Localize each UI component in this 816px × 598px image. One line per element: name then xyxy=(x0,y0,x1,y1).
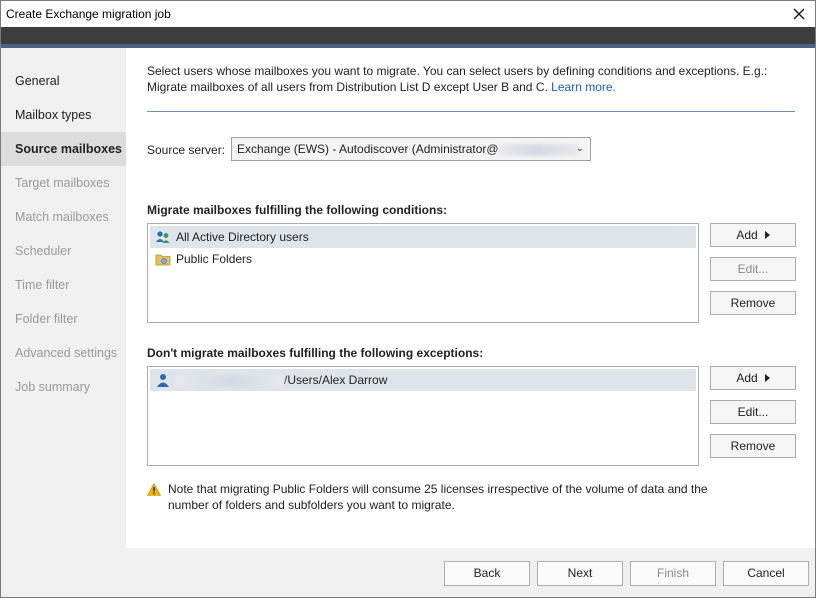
footer-bar: Back Next Finish Cancel xyxy=(1,548,815,597)
caret-right-icon xyxy=(764,374,770,382)
next-button[interactable]: Next xyxy=(537,561,623,586)
sidebar-item-target-mailboxes: Target mailboxes xyxy=(15,176,110,190)
sidebar-item-folder-filter: Folder filter xyxy=(15,312,78,326)
close-button[interactable] xyxy=(789,4,809,24)
conditions-list[interactable]: All Active Directory users Public Folder… xyxy=(147,223,699,323)
conditions-title: Migrate mailboxes fulfilling the followi… xyxy=(147,203,447,217)
back-button[interactable]: Back xyxy=(444,561,530,586)
public-folders-note: Note that migrating Public Folders will … xyxy=(168,482,708,512)
sidebar-item-advanced-settings: Advanced settings xyxy=(15,346,118,360)
intro-text: Select users whose mailboxes you want to… xyxy=(147,63,807,95)
main-content: Select users whose mailboxes you want to… xyxy=(126,48,815,548)
divider xyxy=(147,111,795,112)
add-condition-button[interactable]: Add xyxy=(710,223,796,247)
remove-condition-button[interactable]: Remove xyxy=(710,291,796,315)
header-band xyxy=(1,27,815,44)
cancel-button[interactable]: Cancel xyxy=(723,561,809,586)
source-server-value: Exchange (EWS) - Autodiscover (Administr… xyxy=(237,142,499,156)
sidebar-item-mailbox-types[interactable]: Mailbox types xyxy=(1,98,126,132)
list-item-label: Public Folders xyxy=(176,252,253,266)
sidebar-item-source-mailboxes[interactable]: Source mailboxes xyxy=(1,132,126,166)
sidebar-item-scheduler: Scheduler xyxy=(15,244,72,258)
learn-more-link[interactable]: Learn more. xyxy=(551,80,616,94)
add-condition-label: Add xyxy=(736,228,758,242)
users-group-icon xyxy=(156,231,170,243)
public-folder-icon xyxy=(155,254,171,266)
user-icon xyxy=(157,374,169,387)
redacted-text xyxy=(498,143,579,156)
source-server-select[interactable]: Exchange (EWS) - Autodiscover (Administr… xyxy=(231,137,591,161)
warning-icon xyxy=(147,483,161,496)
exceptions-list[interactable]: /Users/Alex Darrow xyxy=(147,366,699,466)
edit-exception-button[interactable]: Edit... xyxy=(710,400,796,424)
list-item[interactable]: /Users/Alex Darrow xyxy=(150,369,696,391)
source-server-label: Source server: xyxy=(147,143,226,157)
wizard-sidebar: General Mailbox types Source mailboxes T… xyxy=(1,48,126,548)
sidebar-item-general[interactable]: General xyxy=(1,64,126,98)
dialog-window: Create Exchange migration job General Ma… xyxy=(0,0,816,598)
intro-description: Select users whose mailboxes you want to… xyxy=(147,64,768,94)
window-title: Create Exchange migration job xyxy=(6,7,171,21)
remove-exception-button[interactable]: Remove xyxy=(710,434,796,458)
list-item[interactable]: Public Folders xyxy=(150,248,696,270)
exceptions-title: Don't migrate mailboxes fulfilling the f… xyxy=(147,346,484,360)
close-icon xyxy=(793,8,805,20)
caret-right-icon xyxy=(764,231,770,239)
add-exception-label: Add xyxy=(736,371,758,385)
sidebar-item-time-filter: Time filter xyxy=(15,278,70,292)
list-item-label: All Active Directory users xyxy=(176,230,309,244)
redacted-text xyxy=(176,374,284,387)
finish-button[interactable]: Finish xyxy=(630,561,716,586)
edit-condition-button[interactable]: Edit... xyxy=(710,257,796,281)
sidebar-item-job-summary: Job summary xyxy=(15,380,91,394)
list-item[interactable]: All Active Directory users xyxy=(150,226,696,248)
add-exception-button[interactable]: Add xyxy=(710,366,796,390)
title-bar: Create Exchange migration job xyxy=(1,1,815,27)
chevron-down-icon: ⌄ xyxy=(575,143,584,154)
sidebar-item-match-mailboxes: Match mailboxes xyxy=(15,210,109,224)
list-item-label: /Users/Alex Darrow xyxy=(284,373,388,387)
